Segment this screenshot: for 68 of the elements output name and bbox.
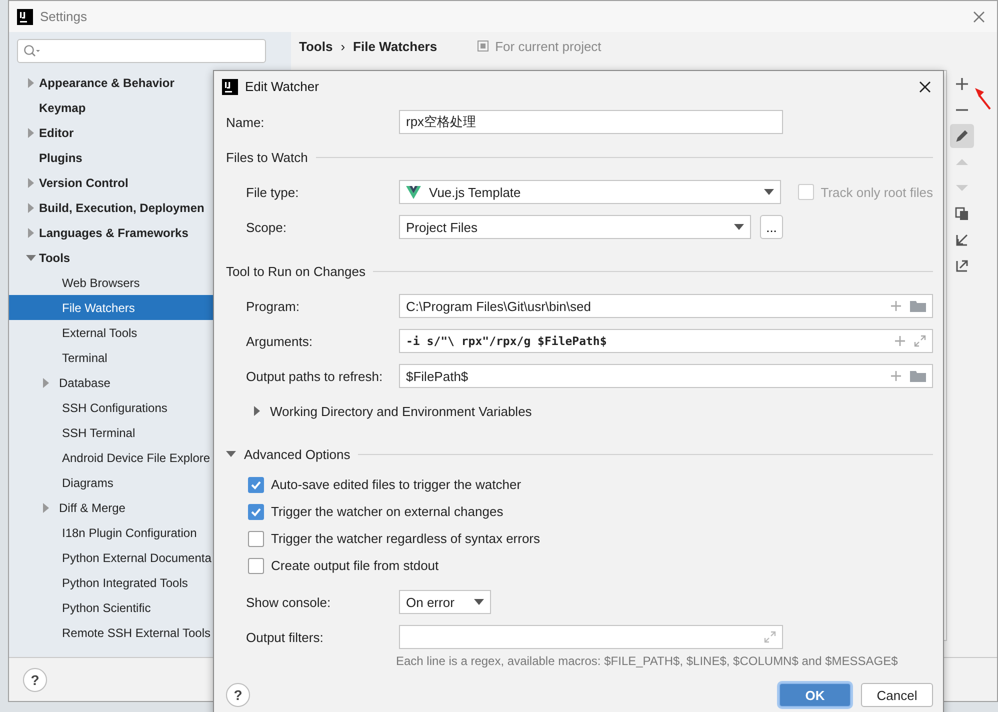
app-logo-icon xyxy=(17,8,33,24)
checkbox-label: Auto-save edited files to trigger the watcher xyxy=(271,477,522,492)
checkmark-icon xyxy=(250,478,262,490)
close-icon[interactable] xyxy=(919,80,931,92)
name-field[interactable]: rpx空格处理 xyxy=(399,110,783,134)
cancel-button[interactable]: Cancel xyxy=(861,683,933,707)
folder-icon[interactable] xyxy=(910,370,926,382)
checkbox[interactable] xyxy=(248,476,264,492)
dropdown-caret-icon xyxy=(764,189,774,195)
expand-arrow-icon[interactable] xyxy=(226,449,236,459)
scope-dropdown[interactable]: Project Files xyxy=(399,215,751,239)
help-button[interactable]: ? xyxy=(226,683,250,707)
plus-icon[interactable] xyxy=(890,300,902,312)
vue-logo-icon xyxy=(406,186,421,198)
field-label: Arguments: xyxy=(245,334,314,348)
collapsible-title[interactable]: Working Directory and Environment Variables xyxy=(270,404,532,418)
output-filters-field[interactable] xyxy=(399,625,783,649)
breadcrumb-separator: › xyxy=(340,38,346,54)
file-type-dropdown[interactable]: Vue.js Template xyxy=(399,180,781,204)
checkbox-label: Track only root files xyxy=(820,184,933,200)
hint-text: Each line is a regex, available macros: $FILE_PATH$, $LINE$, $COLUMN$ and $MESSAGE$ xyxy=(395,654,899,668)
field-label: Name: xyxy=(226,114,266,130)
field-label: Show console: xyxy=(245,594,332,610)
search-icon xyxy=(23,44,41,58)
help-button[interactable]: ? xyxy=(23,668,47,692)
window-title: Settings xyxy=(40,9,88,24)
plus-icon[interactable] xyxy=(894,335,906,347)
field-label: Output paths to refresh: xyxy=(245,368,384,384)
field-label: Scope: xyxy=(245,220,288,234)
edit-button[interactable] xyxy=(950,124,974,148)
project-icon xyxy=(477,40,490,52)
input-field[interactable]: $FilePath$ xyxy=(399,364,933,388)
field-label: File type: xyxy=(245,184,300,200)
edit-icon xyxy=(954,128,970,144)
app-logo-icon xyxy=(222,78,238,94)
dropdown-caret-icon xyxy=(474,599,484,605)
checkbox[interactable] xyxy=(248,504,264,520)
pointer-arrow xyxy=(975,88,991,110)
export-icon xyxy=(954,258,970,274)
field-label: Output filters: xyxy=(245,630,324,644)
folder-icon[interactable] xyxy=(910,300,926,312)
input-field[interactable]: C:\Program Files\Git\usr\bin\sed xyxy=(399,294,933,318)
add-icon xyxy=(954,76,970,92)
breadcrumb-item[interactable]: Tools xyxy=(299,38,333,54)
expand-icon[interactable] xyxy=(764,631,776,643)
section-title: Tool to Run on Changes xyxy=(226,264,366,278)
checkbox-label: Trigger the watcher on external changes xyxy=(271,504,504,519)
input-field[interactable]: -i s/"\ rpx"/rpx/g $FilePath$ xyxy=(399,329,933,353)
checkbox[interactable] xyxy=(248,558,264,574)
copy-icon xyxy=(954,206,970,222)
browse-button[interactable]: ... xyxy=(760,215,783,239)
checkmark-icon xyxy=(250,506,262,518)
section-title[interactable]: Advanced Options xyxy=(244,446,350,462)
import-icon xyxy=(954,232,970,248)
checkbox-label: Create output file from stdout xyxy=(271,558,439,573)
breadcrumb-item[interactable]: File Watchers xyxy=(353,38,438,54)
show-console-dropdown[interactable]: On error xyxy=(399,590,491,614)
section-title: Files to Watch xyxy=(226,150,308,164)
ok-button[interactable]: OK xyxy=(779,683,851,707)
checkbox-label: Trigger the watcher regardless of syntax errors xyxy=(271,531,540,546)
dropdown-caret-icon xyxy=(734,224,744,230)
scope-note: For current project xyxy=(495,38,602,54)
expand-arrow-icon[interactable] xyxy=(252,406,262,416)
expand-icon[interactable] xyxy=(914,335,926,347)
search-field[interactable] xyxy=(17,39,266,63)
checkbox[interactable] xyxy=(248,530,264,546)
dialog-title: Edit Watcher xyxy=(245,79,320,94)
plus-icon[interactable] xyxy=(890,370,902,382)
